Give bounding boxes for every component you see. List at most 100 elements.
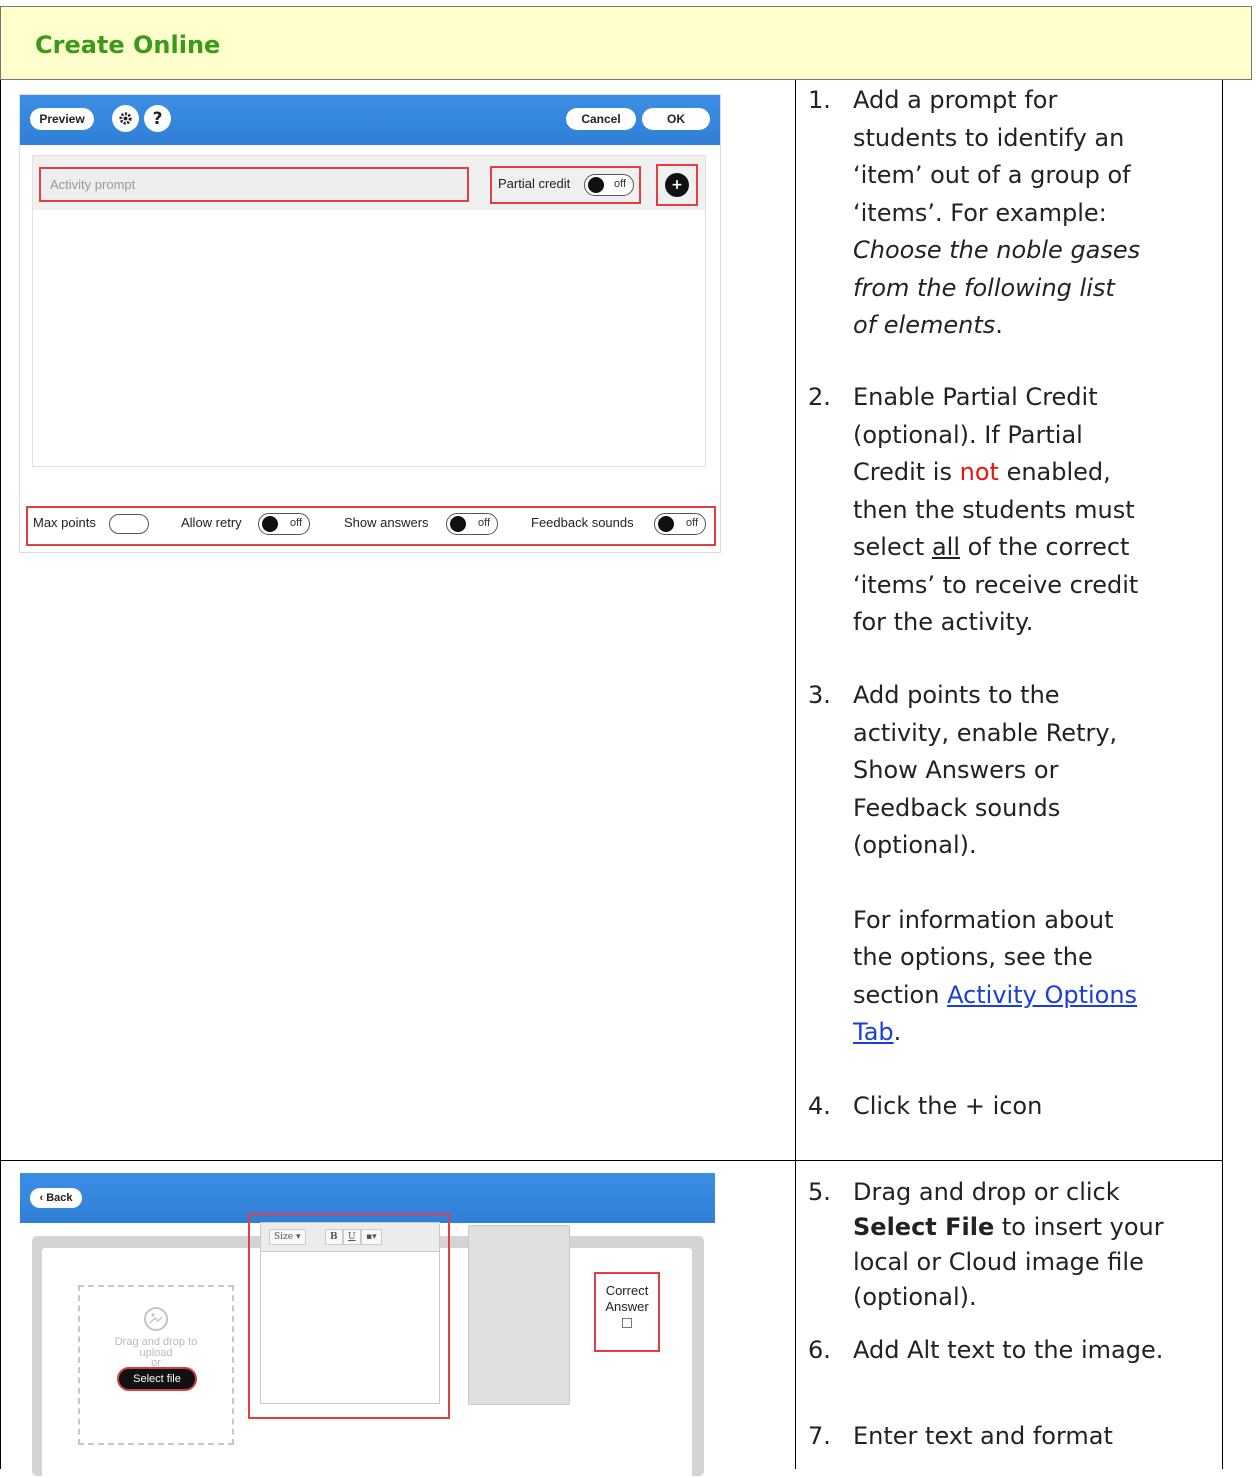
preview-button[interactable]: Preview (30, 108, 94, 130)
step-line: select all of the correct (853, 529, 1193, 567)
dropzone-or: or (151, 1357, 161, 1369)
step-line: students to identify an (853, 123, 1125, 152)
step-number: 5. (808, 1178, 831, 1206)
select-file-emphasis: Select File (853, 1213, 995, 1241)
example-line: from the following list (853, 273, 1115, 302)
step-text: Enable Partial Credit (optional). If Par… (853, 379, 1193, 642)
underline-button[interactable]: U (343, 1229, 361, 1245)
bold-button[interactable]: B (325, 1229, 343, 1245)
step-number: 6. (808, 1336, 831, 1364)
max-points-input[interactable] (109, 514, 149, 534)
step-text: Drag and drop or click Select File to in… (853, 1175, 1193, 1315)
table-right-border (1222, 80, 1223, 1469)
image-upload-icon (144, 1307, 168, 1331)
text-editor[interactable]: Size ▾ B U ▪▾ (260, 1222, 440, 1404)
show-answers-toggle[interactable]: off (446, 513, 498, 535)
table-left-border (0, 80, 1, 1469)
toggle-knob (658, 516, 674, 532)
step-line: Drag and drop or click (853, 1178, 1120, 1206)
text-run: select (853, 533, 925, 561)
help-icon[interactable]: ? (144, 105, 171, 132)
step-line: For information about (853, 905, 1114, 934)
step-text: Click the + icon (853, 1092, 1043, 1120)
punctuation: . (893, 1018, 902, 1046)
max-points-label: Max points (33, 515, 96, 530)
step-number: 4. (808, 1092, 831, 1120)
editor-format-toolbar: Size ▾ B U ▪▾ (261, 1223, 439, 1252)
text-run: Credit is (853, 458, 952, 486)
partial-credit-toggle[interactable]: off (584, 174, 634, 196)
example-text: of elements (853, 311, 996, 339)
gear-icon[interactable] (112, 105, 139, 132)
step-line: ‘items’. For example: (853, 198, 1107, 227)
table-row-divider (0, 1160, 1223, 1161)
section-header: Create Online (0, 6, 1252, 80)
step-line: (optional). (853, 1283, 977, 1311)
toggle-knob (588, 177, 604, 193)
show-answers-label: Show answers (344, 515, 429, 530)
feedback-sounds-toggle[interactable]: off (654, 513, 706, 535)
text-run: of the correct (967, 533, 1130, 561)
punctuation: . (995, 311, 1003, 339)
step-line: Add a prompt for (853, 86, 1058, 114)
step-number: 1. (808, 86, 831, 114)
step-number: 7. (808, 1422, 831, 1450)
toggle-state: off (613, 178, 626, 190)
text-run: to insert your (1001, 1213, 1164, 1241)
feedback-sounds-label: Feedback sounds (531, 515, 634, 530)
emphasis-all: all (931, 533, 960, 561)
step-text: Add Alt text to the image. (853, 1336, 1164, 1364)
example-line: of elements. (853, 307, 1193, 345)
partial-credit-label: Partial credit (498, 176, 571, 191)
allow-retry-toggle[interactable]: off (258, 513, 310, 535)
step-line: Select File to insert your (853, 1210, 1193, 1245)
step-text: Add a prompt for students to identify an… (853, 82, 1193, 345)
back-button[interactable]: ‹ Back (30, 1188, 82, 1208)
color-picker-icon[interactable]: ▪▾ (361, 1229, 382, 1245)
step-line: then the students must (853, 495, 1135, 524)
cancel-button[interactable]: Cancel (566, 108, 636, 130)
correct-answer-label-1: Correct (605, 1283, 649, 1298)
toggle-state: off (477, 517, 490, 529)
font-size-dropdown[interactable]: Size ▾ (269, 1229, 306, 1245)
toggle-state: off (685, 517, 698, 529)
step-line: Enable Partial Credit (853, 383, 1098, 411)
step-line: for the activity. (853, 608, 1034, 636)
step-line: Credit is not enabled, (853, 454, 1193, 492)
step-line: local or Cloud image file (853, 1248, 1144, 1276)
section-title: Create Online (35, 31, 221, 59)
text-run: enabled, (1006, 458, 1111, 486)
example-line: Choose the noble gases (853, 236, 1141, 264)
image-placeholder (468, 1225, 570, 1405)
toggle-knob (450, 516, 466, 532)
correct-answer-label-2: Answer (605, 1299, 649, 1314)
ok-button[interactable]: OK (642, 108, 710, 130)
step-line: Feedback sounds (853, 793, 1061, 822)
toggle-state: off (289, 517, 302, 529)
select-file-button[interactable]: Select file (119, 1369, 195, 1389)
step-number: 3. (808, 681, 831, 709)
step-line: section Activity Options (853, 977, 1193, 1015)
step-line: Add points to the (853, 681, 1060, 709)
step-line: (optional). (853, 831, 977, 859)
step-line: the options, see the (853, 943, 1093, 971)
step-text: Enter text and format (853, 1422, 1113, 1450)
activity-prompt-input[interactable]: Activity prompt (44, 172, 464, 197)
allow-retry-label: Allow retry (181, 515, 242, 530)
step-line: Show Answers or (853, 756, 1059, 784)
step-line: ‘items’ to receive credit (853, 570, 1139, 599)
add-item-button[interactable]: + (665, 173, 689, 197)
step-text: Add points to the activity, enable Retry… (853, 677, 1193, 1052)
activity-options-link-continued[interactable]: Tab (853, 1018, 894, 1046)
font-size-label: Size (274, 1232, 294, 1242)
step-line: Tab. (853, 1014, 1193, 1052)
text-run: section (853, 980, 940, 1009)
step-number: 2. (808, 383, 831, 411)
step-line: (optional). If Partial (853, 420, 1083, 449)
step-line: activity, enable Retry, (853, 718, 1118, 747)
activity-options-link[interactable]: Activity Options (947, 981, 1137, 1009)
toggle-knob (262, 516, 278, 532)
table-column-divider (795, 80, 796, 1469)
correct-answer-checkbox[interactable] (622, 1318, 632, 1328)
